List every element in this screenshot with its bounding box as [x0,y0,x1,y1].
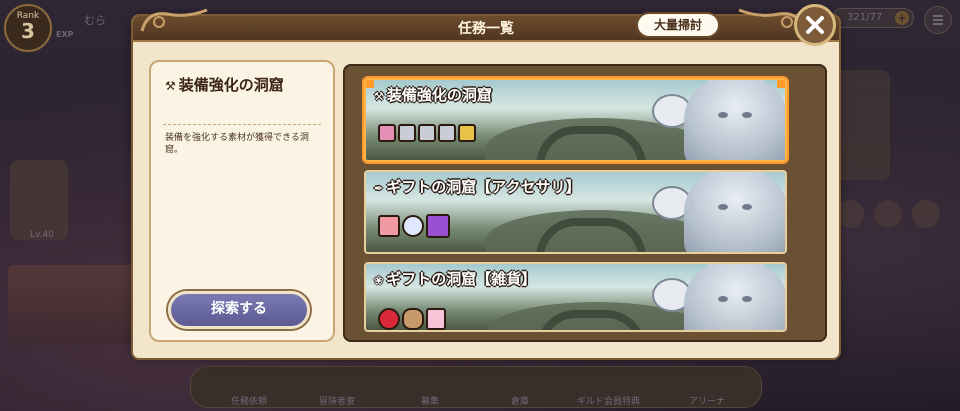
stamina-counter: 321/77 + [832,8,914,28]
special-character-portrait [10,160,68,240]
achievement-icon [836,200,864,228]
perfume-bottle-icon [426,308,446,330]
explore-button[interactable]: 探索する [168,291,310,329]
shop-icon [874,200,902,228]
profile-icon [912,200,940,228]
menu-line-icon [933,23,943,25]
eye-icon [742,296,752,302]
close-button[interactable] [794,4,836,46]
info-title-text: 装備強化の洞窟 [178,76,284,94]
dungeon-title-text: 装備強化の洞窟 [386,86,492,104]
right-menu-icons [836,200,950,232]
event-banner [8,265,138,345]
reward-items [378,308,448,330]
nav-item-quest: 任務依頼 [231,397,268,407]
boss-silhouette [684,172,785,252]
dungeon-card-goods[interactable]: ❀ ギフトの洞窟【雑貨】 [364,262,787,332]
dungeon-title: ⚒ 装備強化の洞窟 [374,84,492,105]
info-title: ⚒ 装備強化の洞窟 [165,74,284,95]
nav-item-dorm: 冒険者寮 [319,397,356,407]
eye-icon [718,204,728,210]
dungeon-title-text: ギフトの洞窟【アクセサリ】 [386,178,581,196]
character-level: Lv.40 [30,230,54,240]
rank-value: 3 [21,19,35,43]
blue-ring-icon [402,215,424,237]
eye-icon [742,112,752,118]
reward-items [378,122,478,142]
special-event-banner [830,70,890,180]
eye-icon [718,112,728,118]
silver-hammer-icon [398,123,416,142]
menu-line-icon [933,15,943,17]
nav-item-recruit: 募集 [421,397,440,407]
hammer-icon: ⚒ [374,90,384,103]
hamburger-menu-button[interactable] [924,6,952,34]
selection-corner [366,80,374,88]
player-name: むら [84,14,106,27]
reward-items [378,214,452,238]
dungeon-title: ✒ ギフトの洞窟【アクセサリ】 [374,176,580,197]
pink-hammer-icon [378,123,396,142]
flower-hairpin-icon [378,215,400,237]
ornament-left-icon [140,8,208,32]
silver-hammer-icon [418,123,436,142]
selection-corner [777,80,785,88]
boss-silhouette [684,264,785,330]
bulk-sweep-button[interactable]: 大量掃討 [636,12,720,38]
stamina-value: 321/77 [847,12,883,23]
purple-gem-icon [426,214,450,238]
nav-item-guild: ギルド会員特典 [577,397,641,407]
dungeon-card-equipment[interactable]: ⚒ 装備強化の洞窟 [364,78,787,162]
bottom-navigation: 任務依頼 冒険者寮 募集 倉庫 ギルド会員特典 アリーナ [190,366,762,408]
hammer-icon: ⚒ [165,79,176,93]
stamina-plus-button[interactable]: + [895,11,909,25]
divider [163,124,321,125]
exp-label: EXP [56,30,74,39]
nav-item-storage: 倉庫 [511,397,530,407]
dungeon-title: ❀ ギフトの洞窟【雑貨】 [374,268,536,289]
feather-icon: ✒ [374,182,384,195]
dungeon-card-accessory[interactable]: ✒ ギフトの洞窟【アクセサリ】 [364,170,787,254]
menu-line-icon [933,19,943,21]
info-description: 装備を強化する素材が獲得できる洞窟。 [165,133,309,155]
dungeon-info-panel: ⚒ 装備強化の洞窟 装備を強化する素材が獲得できる洞窟。 探索する [149,60,335,342]
eye-icon [742,204,752,210]
dungeon-title-text: ギフトの洞窟【雑貨】 [386,270,537,288]
eye-icon [718,296,728,302]
rank-badge: Rank 3 [4,4,52,52]
gold-hammer-icon [458,123,476,142]
silver-hammer-icon [438,123,456,142]
close-x-icon [806,16,824,34]
teddy-bear-icon [402,308,424,330]
nav-item-arena: アリーナ [689,397,726,407]
gift-icon: ❀ [374,274,384,287]
red-rose-icon [378,308,400,330]
boss-silhouette [684,80,785,160]
